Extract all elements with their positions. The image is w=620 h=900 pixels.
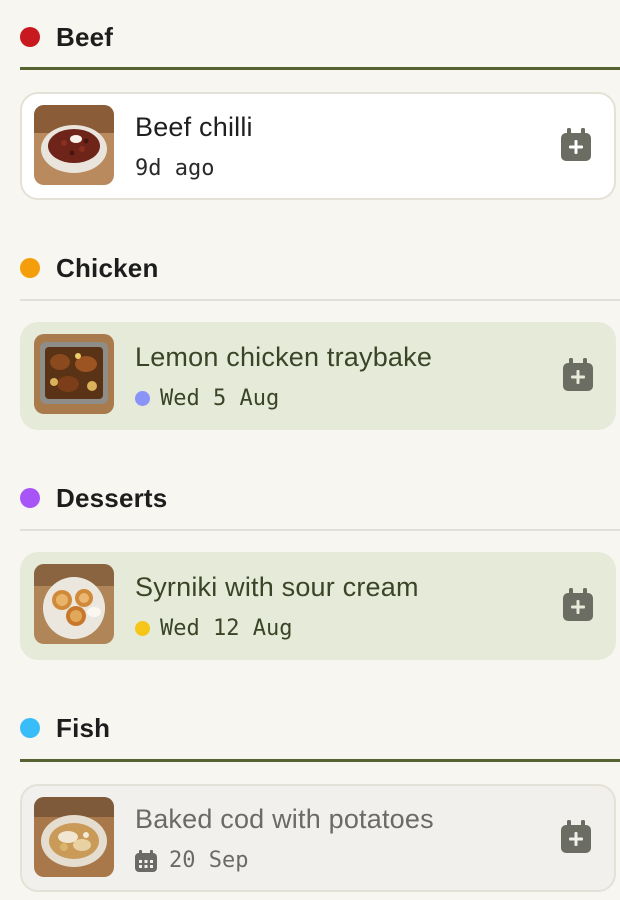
recipe-meta: 9d ago [135,156,214,181]
recipe-thumbnail [34,564,114,644]
section-title: Fish [56,712,111,743]
recipe-title: Baked cod with potatoes [135,804,434,834]
recipe-card[interactable]: Baked cod with potatoes 20 Sep [20,784,616,892]
add-to-calendar-button[interactable] [562,358,594,392]
section-header: Desserts [20,478,167,518]
recipe-card[interactable]: Lemon chicken traybake Wed 5 Aug [20,322,616,430]
recipe-meta: Wed 5 Aug [135,386,279,411]
calendar-plus-icon [563,588,593,621]
section-header: Beef [20,17,113,57]
category-dot [20,258,40,278]
scheduled-date: 20 Sep [169,848,249,873]
planned-dot [135,391,150,406]
calendar-plus-icon [563,358,593,391]
section-divider [20,67,620,70]
recipe-meta: 20 Sep [135,848,248,873]
planned-date: Wed 5 Aug [160,386,280,411]
chilli-bowl-photo-icon [34,105,114,185]
recipe-card[interactable]: Syrniki with sour cream Wed 12 Aug [20,552,616,660]
recipe-title: Beef chilli [135,112,253,142]
last-cooked-text: 9d ago [135,156,215,181]
recipe-meta: Wed 12 Aug [135,616,292,641]
calendar-plus-icon [561,820,591,853]
section-header: Fish [20,708,110,748]
section-title: Chicken [56,252,159,283]
planned-date: Wed 12 Aug [160,616,293,641]
calendar-plus-icon [561,128,591,161]
add-to-calendar-button[interactable] [560,820,592,854]
baked-cod-photo-icon [34,797,114,877]
section-divider [20,759,620,762]
category-dot [20,718,40,738]
planned-dot [135,621,150,636]
section-divider [20,529,620,531]
recipe-thumbnail [34,797,114,877]
recipe-title: Lemon chicken traybake [135,342,433,372]
add-to-calendar-button[interactable] [562,588,594,622]
calendar-icon [135,849,157,872]
section-header: Chicken [20,248,159,288]
recipe-thumbnail [34,105,114,185]
traybake-photo-icon [34,334,114,414]
category-dot [20,27,40,47]
recipe-thumbnail [34,334,114,414]
section-title: Beef [56,21,114,52]
add-to-calendar-button[interactable] [560,128,592,162]
category-dot [20,488,40,508]
syrniki-plate-photo-icon [34,564,114,644]
recipe-card[interactable]: Beef chilli 9d ago [20,92,616,200]
section-title: Desserts [56,482,168,513]
section-divider [20,299,620,301]
recipe-title: Syrniki with sour cream [135,572,419,602]
